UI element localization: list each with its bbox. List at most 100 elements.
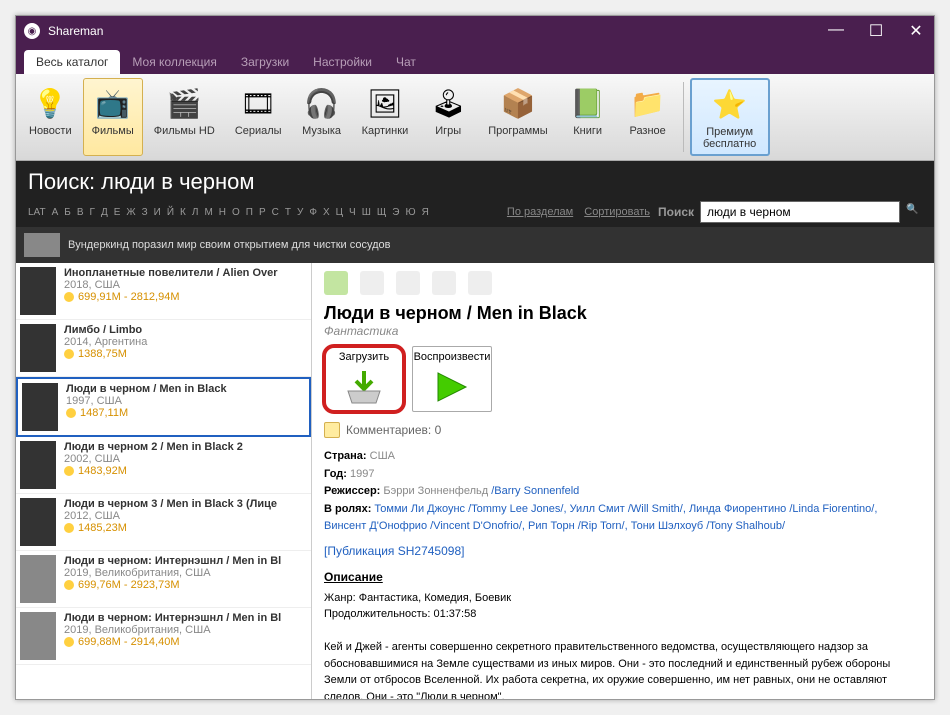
item-thumb xyxy=(20,441,56,489)
alpha-Щ[interactable]: Щ xyxy=(377,207,386,218)
item-meta: 2019, Великобритания, США xyxy=(64,624,281,636)
films-hd-icon: 🎬 xyxy=(164,83,204,123)
tab-bar: Весь каталогМоя коллекцияЗагрузкиНастрой… xyxy=(16,46,934,74)
folder-icon[interactable] xyxy=(360,271,384,295)
edit-icon[interactable] xyxy=(432,271,456,295)
news-banner[interactable]: Вундеркинд поразил мир своим открытием д… xyxy=(16,227,934,263)
maximize-button[interactable]: ☐ xyxy=(866,21,886,41)
detail-genre: Фантастика xyxy=(324,324,922,338)
tool-pictures[interactable]: 🖼Картинки xyxy=(353,78,418,156)
comments-label: Комментариев: 0 xyxy=(346,423,441,437)
by-section-link[interactable]: По разделам xyxy=(507,206,573,218)
sort-links: По разделам Сортировать xyxy=(507,206,658,218)
sort-link[interactable]: Сортировать xyxy=(584,206,650,218)
alpha-Р[interactable]: Р xyxy=(259,207,266,218)
alpha-В[interactable]: В xyxy=(77,207,84,218)
item-meta: 2019, Великобритания, США xyxy=(64,567,281,579)
alpha-У[interactable]: У xyxy=(297,207,303,218)
item-thumb xyxy=(20,498,56,546)
news-thumb xyxy=(24,233,60,257)
list-item[interactable]: Люди в черном: Интернэшнл / Men in Bl 20… xyxy=(16,551,311,608)
item-title: Инопланетные повелители / Alien Over xyxy=(64,267,278,279)
download-button[interactable]: Загрузить xyxy=(324,346,404,412)
alpha-Е[interactable]: Е xyxy=(114,207,121,218)
premium-button[interactable]: ⭐Премиум бесплатно xyxy=(690,78,770,156)
alpha-З[interactable]: З xyxy=(142,207,148,218)
alpha-И[interactable]: И xyxy=(154,207,161,218)
comments-row[interactable]: Комментариев: 0 xyxy=(324,422,922,438)
search-input[interactable] xyxy=(700,201,900,223)
alpha-О[interactable]: О xyxy=(232,207,240,218)
books-icon: 📗 xyxy=(568,83,608,123)
alpha-П[interactable]: П xyxy=(246,207,253,218)
alpha-Г[interactable]: Г xyxy=(90,207,95,218)
tool-programs[interactable]: 📦Программы xyxy=(479,78,556,156)
alpha-М[interactable]: М xyxy=(204,207,212,218)
item-size: 1388,75M xyxy=(64,348,147,360)
publication-id[interactable]: [Публикация SH2745098] xyxy=(324,544,922,558)
alpha-Л[interactable]: Л xyxy=(192,207,199,218)
alpha-Д[interactable]: Д xyxy=(101,207,108,218)
minimize-button[interactable]: — xyxy=(826,21,846,41)
alpha-Ч[interactable]: Ч xyxy=(349,207,356,218)
alpha-Я[interactable]: Я xyxy=(422,207,429,218)
folder-add-icon[interactable] xyxy=(396,271,420,295)
item-meta: 2018, США xyxy=(64,279,278,291)
tab-Весь каталог[interactable]: Весь каталог xyxy=(24,50,120,74)
music-icon: 🎧 xyxy=(302,83,342,123)
item-size: 699,76M - 2923,73M xyxy=(64,579,281,591)
alpha-Э[interactable]: Э xyxy=(392,207,399,218)
alpha-Ц[interactable]: Ц xyxy=(336,207,343,218)
alpha-К[interactable]: К xyxy=(180,207,186,218)
item-thumb xyxy=(22,383,58,431)
refresh-icon[interactable] xyxy=(324,271,348,295)
close-button[interactable]: ✕ xyxy=(906,21,926,41)
detail-title: Люди в черном / Men in Black xyxy=(324,303,922,324)
alpha-Т[interactable]: Т xyxy=(285,207,291,218)
search-header: Поиск: люди в черном LATАБВГДЕЖЗИЙКЛМНОП… xyxy=(16,161,934,227)
tool-films-hd[interactable]: 🎬Фильмы HD xyxy=(145,78,224,156)
alpha-Й[interactable]: Й xyxy=(167,207,174,218)
detail-pane: Люди в черном / Men in Black Фантастика … xyxy=(312,263,934,699)
list-item[interactable]: Люди в черном: Интернэшнл / Men in Bl 20… xyxy=(16,608,311,665)
games-icon: 🕹 xyxy=(428,83,468,123)
coin-icon xyxy=(66,408,76,418)
search-bar: LAT АБВГДЕЖЗИЙКЛМНОПРСТУФХЦЧШЩЭЮЯ По разд… xyxy=(28,201,922,223)
list-item[interactable]: Лимбо / Limbo 2014, Аргентина 1388,75M xyxy=(16,320,311,377)
tool-series[interactable]: 🎞Сериалы xyxy=(226,78,291,156)
list-item[interactable]: Люди в черном / Men in Black 1997, США 1… xyxy=(16,377,311,437)
share-icon[interactable] xyxy=(468,271,492,295)
alpha-Б[interactable]: Б xyxy=(64,207,71,218)
item-title: Люди в черном: Интернэшнл / Men in Bl xyxy=(64,555,281,567)
item-thumb xyxy=(20,612,56,660)
tab-Моя коллекция[interactable]: Моя коллекция xyxy=(120,50,228,74)
tool-news[interactable]: 💡Новости xyxy=(20,78,81,156)
tool-books[interactable]: 📗Книги xyxy=(559,78,617,156)
alpha-С[interactable]: С xyxy=(272,207,279,218)
item-title: Люди в черном 2 / Men in Black 2 xyxy=(64,441,243,453)
tab-Загрузки[interactable]: Загрузки xyxy=(229,50,301,74)
tool-misc[interactable]: 📁Разное xyxy=(619,78,677,156)
search-icon[interactable]: 🔍 xyxy=(906,204,922,220)
window-title: Shareman xyxy=(48,24,826,38)
tool-games[interactable]: 🕹Игры xyxy=(419,78,477,156)
item-size: 1485,23M xyxy=(64,522,277,534)
alpha-Н[interactable]: Н xyxy=(219,207,226,218)
tool-films[interactable]: 📺Фильмы xyxy=(83,78,143,156)
alpha-Ю[interactable]: Ю xyxy=(405,207,415,218)
search-title: Поиск: люди в черном xyxy=(28,169,922,195)
description-header: Описание xyxy=(324,570,922,584)
play-button[interactable]: Воспроизвести xyxy=(412,346,492,412)
alpha-А[interactable]: А xyxy=(52,207,59,218)
alpha-LAT[interactable]: LAT xyxy=(28,207,46,218)
tab-Чат[interactable]: Чат xyxy=(384,50,428,74)
tab-Настройки[interactable]: Настройки xyxy=(301,50,384,74)
tool-music[interactable]: 🎧Музыка xyxy=(293,78,351,156)
alpha-Ж[interactable]: Ж xyxy=(126,207,135,218)
list-item[interactable]: Люди в черном 3 / Men in Black 3 (Лице 2… xyxy=(16,494,311,551)
alpha-Ф[interactable]: Ф xyxy=(309,207,317,218)
alpha-Х[interactable]: Х xyxy=(323,207,330,218)
list-item[interactable]: Люди в черном 2 / Men in Black 2 2002, С… xyxy=(16,437,311,494)
alpha-Ш[interactable]: Ш xyxy=(362,207,371,218)
list-item[interactable]: Инопланетные повелители / Alien Over 201… xyxy=(16,263,311,320)
